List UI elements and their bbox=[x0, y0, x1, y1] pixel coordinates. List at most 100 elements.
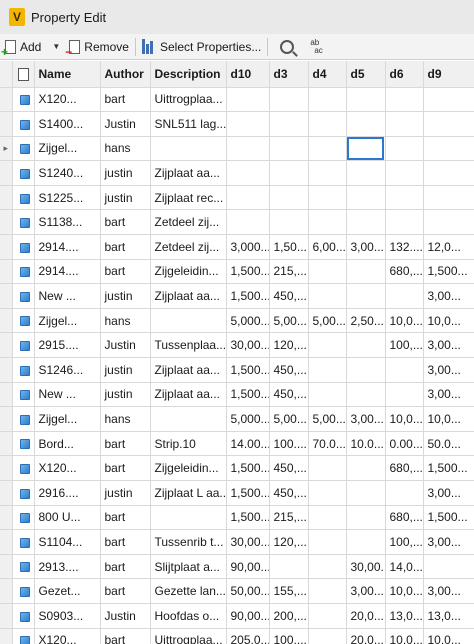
table-row[interactable]: 800 U... bart 1,500... 215,... 680,... 1,500.… bbox=[0, 505, 474, 531]
cell-author[interactable]: bart bbox=[100, 431, 151, 457]
cell-d9[interactable] bbox=[423, 111, 474, 137]
cell-name[interactable]: Bord... bbox=[34, 431, 101, 457]
cell-author[interactable]: bart bbox=[100, 529, 151, 555]
cell-author[interactable]: justin bbox=[100, 283, 151, 309]
row-header[interactable] bbox=[0, 87, 13, 113]
row-header[interactable] bbox=[0, 480, 13, 506]
cell-d6[interactable]: 680,... bbox=[385, 455, 424, 481]
cell-d4[interactable] bbox=[308, 185, 347, 211]
cell-d10[interactable] bbox=[226, 136, 270, 162]
cell-d9[interactable] bbox=[423, 554, 474, 580]
cell-d5[interactable]: 20,0... bbox=[346, 603, 386, 629]
cell-d4[interactable] bbox=[308, 628, 347, 644]
cell-d4[interactable] bbox=[308, 160, 347, 186]
row-header[interactable] bbox=[0, 628, 13, 644]
cell-d10[interactable]: 1,500... bbox=[226, 259, 270, 285]
table-row[interactable]: New ... justin Zijplaat aa... 1,500... 450,.… bbox=[0, 283, 474, 309]
cell-d10[interactable]: 1,500... bbox=[226, 357, 270, 383]
cell-author[interactable]: hans bbox=[100, 136, 151, 162]
cell-d9[interactable]: 3,00... bbox=[423, 332, 474, 359]
row-header[interactable] bbox=[0, 431, 13, 457]
cell-name[interactable]: S1246... bbox=[34, 357, 101, 383]
table-row[interactable]: 2916.... justin Zijplaat L aa... 1,500... 45… bbox=[0, 480, 474, 506]
cell-d3[interactable]: 200,... bbox=[269, 603, 309, 629]
cell-description[interactable]: Zijgeleidin... bbox=[150, 455, 227, 481]
cell-d3[interactable]: 120,... bbox=[269, 529, 309, 555]
table-row[interactable]: New ... justin Zijplaat aa... 1,500... 450,.… bbox=[0, 382, 474, 408]
cell-name[interactable]: Zijgel... bbox=[34, 136, 101, 162]
cell-description[interactable]: Uittrogplaa... bbox=[150, 87, 227, 113]
cell-d10[interactable]: 30,00... bbox=[226, 529, 270, 555]
cell-author[interactable]: bart bbox=[100, 209, 151, 236]
cell-description[interactable]: Hoofdas o... bbox=[150, 603, 227, 629]
cell-d4[interactable] bbox=[308, 529, 347, 555]
cell-description[interactable] bbox=[150, 308, 227, 334]
cell-d3[interactable] bbox=[269, 111, 309, 137]
cell-author[interactable]: bart bbox=[100, 628, 151, 644]
cell-d6[interactable] bbox=[385, 136, 424, 162]
cell-name[interactable]: Zijgel... bbox=[34, 308, 101, 334]
row-header[interactable] bbox=[0, 308, 13, 334]
table-row[interactable]: 2914.... bart Zetdeel zij... 3,000... 1,50..… bbox=[0, 234, 474, 260]
row-header[interactable] bbox=[0, 160, 13, 186]
cell-d9[interactable] bbox=[423, 87, 474, 113]
table-row[interactable]: S0903... Justin Hoofdas o... 90,00... 200,..… bbox=[0, 603, 474, 629]
cell-d4[interactable] bbox=[308, 554, 347, 580]
cell-description[interactable]: Tussenplaa... bbox=[150, 332, 227, 359]
cell-d3[interactable]: 215,... bbox=[269, 505, 309, 531]
cell-d6[interactable]: 14,0... bbox=[385, 554, 424, 580]
cell-description[interactable]: Strip.10 bbox=[150, 431, 227, 457]
cell-d4[interactable]: 5,00... bbox=[308, 406, 347, 432]
cell-d3[interactable]: 450,... bbox=[269, 357, 309, 383]
column-header-d6[interactable]: d6 bbox=[385, 61, 424, 88]
cell-d4[interactable]: 70.0... bbox=[308, 431, 347, 457]
cell-d9[interactable]: 10,0... bbox=[423, 406, 474, 432]
cell-d10[interactable]: 5,000... bbox=[226, 406, 270, 432]
cell-d9[interactable]: 1,500... bbox=[423, 505, 474, 531]
cell-d3[interactable]: 100.... bbox=[269, 431, 309, 457]
cell-description[interactable]: Slijtplaat a... bbox=[150, 554, 227, 580]
cell-name[interactable]: S1240... bbox=[34, 160, 101, 186]
cell-d5[interactable] bbox=[346, 283, 386, 309]
cell-d3[interactable]: 120,... bbox=[269, 332, 309, 359]
cell-d3[interactable] bbox=[269, 87, 309, 113]
table-row[interactable]: S1104... bart Tussenrib t... 30,00... 120,..… bbox=[0, 529, 474, 555]
cell-d3[interactable]: 5,00... bbox=[269, 406, 309, 432]
cell-description[interactable]: Zijplaat aa... bbox=[150, 283, 227, 309]
cell-d4[interactable] bbox=[308, 209, 347, 236]
remove-button[interactable]: Remove bbox=[64, 36, 132, 58]
cell-d5[interactable]: 20,0... bbox=[346, 628, 386, 644]
cell-d9[interactable]: 50.0... bbox=[423, 431, 474, 457]
column-header-d10[interactable]: d10 bbox=[226, 61, 270, 88]
row-header[interactable] bbox=[0, 505, 13, 531]
cell-d9[interactable]: 3,00... bbox=[423, 578, 474, 604]
cell-author[interactable]: bart bbox=[100, 259, 151, 285]
table-row[interactable]: ▸ Zijgel... hans bbox=[0, 136, 474, 162]
cell-d5[interactable] bbox=[346, 357, 386, 383]
cell-name[interactable]: Gezet... bbox=[34, 578, 101, 604]
cell-d5[interactable]: 3,00... bbox=[346, 578, 386, 604]
row-header[interactable]: ▸ bbox=[0, 136, 13, 162]
cell-d4[interactable] bbox=[308, 259, 347, 285]
cell-d9[interactable] bbox=[423, 160, 474, 186]
cell-author[interactable]: justin bbox=[100, 480, 151, 506]
cell-d6[interactable] bbox=[385, 160, 424, 186]
cell-d9[interactable]: 3,00... bbox=[423, 529, 474, 555]
cell-d10[interactable]: 1,500... bbox=[226, 382, 270, 408]
cell-d3[interactable]: 155,... bbox=[269, 578, 309, 604]
cell-d5[interactable] bbox=[346, 332, 386, 359]
table-row[interactable]: S1138... bart Zetdeel zij... bbox=[0, 209, 474, 236]
cell-d5[interactable] bbox=[346, 455, 386, 481]
cell-d5[interactable]: 3,00... bbox=[346, 234, 386, 260]
cell-author[interactable]: justin bbox=[100, 382, 151, 408]
row-header[interactable] bbox=[0, 185, 13, 211]
table-row[interactable]: X120... bart Zijgeleidin... 1,500... 450,...… bbox=[0, 455, 474, 481]
row-header[interactable] bbox=[0, 111, 13, 137]
cell-d9[interactable]: 10,0... bbox=[423, 308, 474, 334]
cell-d10[interactable]: 50,00... bbox=[226, 578, 270, 604]
cell-d9[interactable] bbox=[423, 209, 474, 236]
cell-d9[interactable] bbox=[423, 136, 474, 162]
cell-d10[interactable]: 1,500... bbox=[226, 480, 270, 506]
table-row[interactable]: X120... bart Uittrogplaa... 205,0... 100,...… bbox=[0, 628, 474, 644]
cell-d10[interactable]: 3,000... bbox=[226, 234, 270, 260]
